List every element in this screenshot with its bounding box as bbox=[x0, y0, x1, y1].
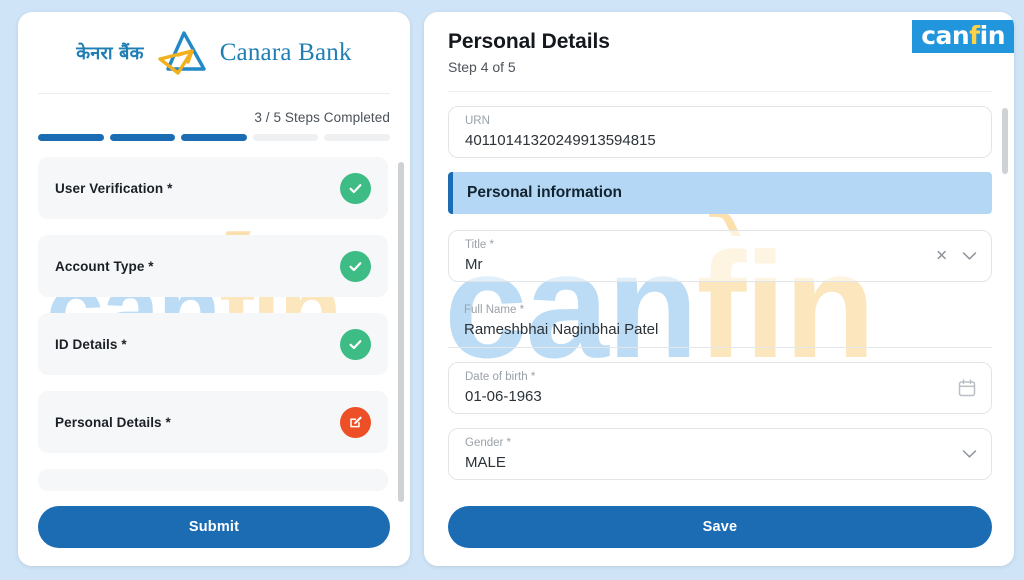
canfin-logo-can: can bbox=[921, 21, 970, 50]
edit-pencil-icon[interactable] bbox=[340, 406, 371, 438]
page-title: Personal Details bbox=[448, 30, 610, 53]
steps-list[interactable]: User Verification * Account Type * ID De… bbox=[18, 147, 410, 496]
form-body: URN 40110141320249913594815 Personal inf… bbox=[424, 92, 1014, 498]
title-field[interactable]: Title * Mr ✕ bbox=[448, 230, 992, 282]
progress-segment-3 bbox=[181, 134, 247, 141]
step-label: ID Details * bbox=[55, 336, 127, 352]
chevron-down-icon[interactable] bbox=[962, 252, 977, 261]
check-icon bbox=[340, 172, 371, 204]
progress-segment-4 bbox=[252, 134, 319, 141]
save-button[interactable]: Save bbox=[448, 506, 992, 548]
step-label: Personal Details * bbox=[55, 414, 171, 430]
app-root: canfin ₹ केनरा बैंक Canara Bank 3 / 5 St… bbox=[0, 0, 1024, 580]
step-label: User Verification * bbox=[55, 180, 173, 196]
gender-label: Gender * bbox=[465, 437, 512, 449]
gender-field[interactable]: Gender * MALE bbox=[448, 428, 992, 480]
progress-segment-5 bbox=[324, 134, 390, 141]
full-name-field[interactable]: Full Name * Rameshbhai Naginbhai Patel bbox=[448, 296, 992, 348]
full-name-label: Full Name * bbox=[464, 304, 525, 316]
progress-segment-2 bbox=[109, 134, 176, 141]
panel-footer: Save bbox=[424, 498, 1014, 566]
date-of-birth-label: Date of birth * bbox=[465, 371, 536, 383]
steps-scrollbar[interactable] bbox=[398, 162, 404, 502]
personal-details-panel: canfin ₹ can f in Personal Details Step 4 … bbox=[424, 12, 1014, 566]
section-heading: Personal information bbox=[467, 184, 623, 201]
submit-button[interactable]: Submit bbox=[38, 506, 390, 548]
chevron-down-icon[interactable] bbox=[962, 450, 977, 459]
gender-value: MALE bbox=[465, 454, 506, 471]
check-icon bbox=[340, 328, 371, 360]
progress-section: 3 / 5 Steps Completed bbox=[18, 94, 410, 147]
step-item-user-verification[interactable]: User Verification * bbox=[38, 157, 388, 219]
title-label: Title * bbox=[465, 239, 494, 251]
progress-label: 3 / 5 Steps Completed bbox=[254, 110, 390, 125]
panel-header: can f in Personal Details Step 4 of 5 bbox=[424, 12, 1014, 85]
canara-bank-triangle-logo bbox=[154, 27, 210, 79]
step-item-account-type[interactable]: Account Type * bbox=[38, 235, 388, 297]
brand-hindi-label: केनरा बैंक bbox=[76, 42, 144, 64]
step-label: Account Type * bbox=[55, 258, 154, 274]
header-divider bbox=[448, 91, 992, 92]
canfin-logo: can f in bbox=[912, 20, 1014, 53]
date-of-birth-value: 01-06-1963 bbox=[465, 388, 542, 405]
step-indicator: Step 4 of 5 bbox=[448, 59, 516, 75]
check-icon bbox=[340, 250, 371, 282]
calendar-icon[interactable] bbox=[957, 378, 977, 398]
step-item-partial[interactable] bbox=[38, 469, 388, 491]
brand-name-label: Canara Bank bbox=[219, 38, 352, 66]
title-value: Mr bbox=[465, 256, 483, 273]
form-scrollbar[interactable] bbox=[1002, 108, 1008, 174]
full-name-value: Rameshbhai Naginbhai Patel bbox=[464, 321, 659, 338]
personal-information-section-header: Personal information bbox=[448, 172, 992, 214]
canara-bank-brand: केनरा बैंक Canara Bank bbox=[38, 12, 390, 94]
urn-value: 40110141320249913594815 bbox=[465, 132, 656, 149]
canfin-logo-rupee-f-icon: f bbox=[969, 21, 980, 50]
urn-field[interactable]: URN 40110141320249913594815 bbox=[448, 106, 992, 158]
steps-panel-footer: Submit bbox=[18, 496, 410, 566]
progress-bars bbox=[38, 134, 390, 141]
steps-panel: canfin ₹ केनरा बैंक Canara Bank 3 / 5 St… bbox=[18, 12, 410, 566]
clear-x-icon[interactable]: ✕ bbox=[935, 249, 948, 264]
date-of-birth-field[interactable]: Date of birth * 01-06-1963 bbox=[448, 362, 992, 414]
canfin-logo-in: in bbox=[979, 21, 1006, 50]
step-item-id-details[interactable]: ID Details * bbox=[38, 313, 388, 375]
urn-label: URN bbox=[465, 115, 490, 127]
step-item-personal-details[interactable]: Personal Details * bbox=[38, 391, 388, 453]
progress-segment-1 bbox=[38, 134, 104, 141]
